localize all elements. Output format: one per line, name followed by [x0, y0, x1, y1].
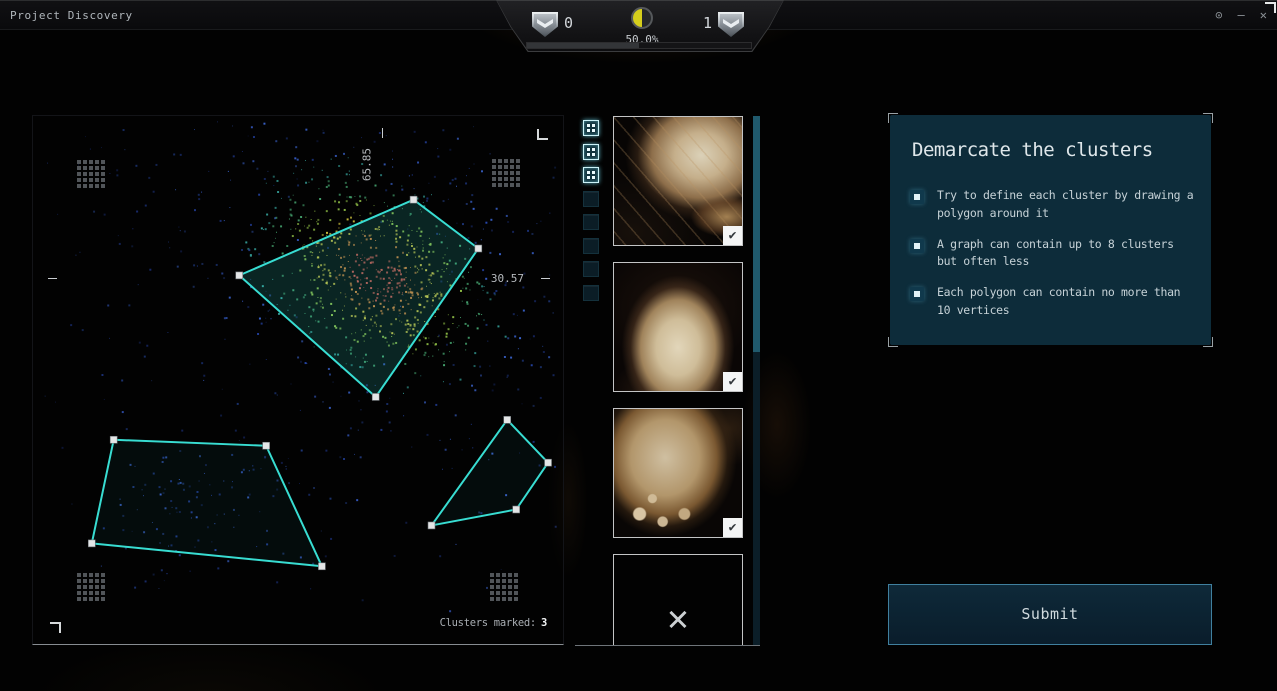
polygon-vertex-handle[interactable] [513, 506, 520, 513]
layer-toggle-icon[interactable] [583, 285, 599, 301]
polygon-vertex-handle[interactable] [236, 272, 243, 279]
polygon-vertex-handle[interactable] [263, 442, 270, 449]
cluster-polygon[interactable] [431, 420, 548, 526]
x-axis-tick [382, 128, 383, 138]
x-icon: ✕ [667, 601, 689, 637]
accuracy-pie-icon [631, 7, 653, 29]
sample-thumbnail[interactable]: ✕ [613, 554, 743, 645]
rank-badge-left [532, 12, 558, 37]
submit-button[interactable]: Submit [888, 584, 1212, 645]
polygon-vertex-handle[interactable] [318, 563, 325, 570]
plot-corner-bracket [50, 622, 61, 633]
scatter-plot-canvas[interactable] [33, 116, 563, 644]
bullet-square-icon [910, 287, 924, 301]
cluster-plot-panel: 65.85 30.57 Clusters marked:3 [32, 115, 564, 645]
clusters-marked-count: 3 [541, 617, 547, 629]
sample-thumbnail[interactable]: ✔ [613, 116, 743, 246]
polygon-vertex-handle[interactable] [410, 196, 417, 203]
instruction-text: A graph can contain up to 8 clusters but… [937, 236, 1197, 272]
layer-toggle-icon[interactable] [583, 214, 599, 230]
no-cluster-option: ✕ [614, 555, 742, 645]
strip-icon-column [583, 120, 599, 308]
clusters-marked-status: Clusters marked:3 [440, 617, 547, 629]
dot-grid-decoration [77, 160, 105, 188]
bullet-square-icon [910, 190, 924, 204]
instruction-text: Try to define each cluster by drawing a … [937, 187, 1197, 223]
strip-bottom-divider [575, 645, 760, 646]
layer-toggle-icon[interactable] [583, 120, 599, 136]
instructions-panel: Demarcate the clusters Try to define eac… [890, 115, 1211, 345]
polygon-vertex-handle[interactable] [475, 245, 482, 252]
cluster-polygon[interactable] [92, 440, 322, 567]
instruction-item: A graph can contain up to 8 clusters but… [910, 236, 1197, 272]
checkmark-badge: ✔ [723, 372, 742, 391]
panel-corner-bracket [1203, 113, 1213, 123]
window-corner-bracket [1265, 2, 1276, 13]
instruction-item: Each polygon can contain no more than 10… [910, 284, 1197, 320]
panel-corner-bracket [888, 337, 898, 347]
layer-toggle-icon[interactable] [583, 238, 599, 254]
sample-thumbnail[interactable]: ✔ [613, 408, 743, 538]
y-axis-tick-right [541, 278, 550, 279]
minimize-icon[interactable]: – [1238, 8, 1245, 22]
polygon-vertex-handle[interactable] [504, 416, 511, 423]
cluster-polygon[interactable] [239, 200, 478, 397]
layer-toggle-icon[interactable] [583, 144, 599, 160]
background-glow [40, 640, 380, 691]
dot-grid-decoration [490, 573, 518, 601]
score-left-value: 0 [564, 14, 573, 32]
dot-grid-decoration [77, 573, 105, 601]
sample-thumbnail[interactable]: ✔ [613, 262, 743, 392]
thumbnail-column: ✔ ✔ ✔ ✕ [613, 116, 743, 645]
polygon-vertex-handle[interactable] [545, 459, 552, 466]
layer-toggle-icon[interactable] [583, 191, 599, 207]
y-axis-value-label: 30.57 [478, 272, 524, 285]
panel-title: Demarcate the clusters [912, 139, 1153, 161]
checkmark-badge: ✔ [723, 518, 742, 537]
rank-badge-right [718, 12, 744, 37]
layer-toggle-icon[interactable] [583, 167, 599, 183]
rank-progress-fill [527, 43, 639, 48]
score-widget: 0 50.0% 1 [496, 0, 784, 52]
project-discovery-window: Project Discovery ⊙ – ✕ 0 50.0% 1 65. [0, 0, 1277, 691]
panel-corner-bracket [1203, 337, 1213, 347]
polygon-vertex-handle[interactable] [88, 540, 95, 547]
layer-toggle-icon[interactable] [583, 261, 599, 277]
plot-corner-bracket [537, 129, 548, 140]
polygon-vertex-handle[interactable] [372, 393, 379, 400]
y-axis-tick-left [48, 278, 57, 279]
instruction-item: Try to define each cluster by drawing a … [910, 187, 1197, 223]
bullet-square-icon [910, 239, 924, 253]
checkmark-badge: ✔ [723, 226, 742, 245]
polygon-vertex-handle[interactable] [428, 522, 435, 529]
polygon-vertex-handle[interactable] [110, 436, 117, 443]
dot-grid-decoration [492, 159, 520, 187]
x-axis-value-label: 65.85 [361, 135, 374, 195]
panel-corner-bracket [888, 113, 898, 123]
instruction-text: Each polygon can contain no more than 10… [937, 284, 1197, 320]
strip-scrollbar-thumb[interactable] [753, 116, 760, 352]
instruction-list: Try to define each cluster by drawing a … [910, 187, 1197, 333]
window-title: Project Discovery [10, 9, 133, 22]
rank-progress-bar [526, 42, 752, 49]
score-right-value: 1 [694, 14, 712, 32]
settings-icon[interactable]: ⊙ [1215, 8, 1222, 22]
